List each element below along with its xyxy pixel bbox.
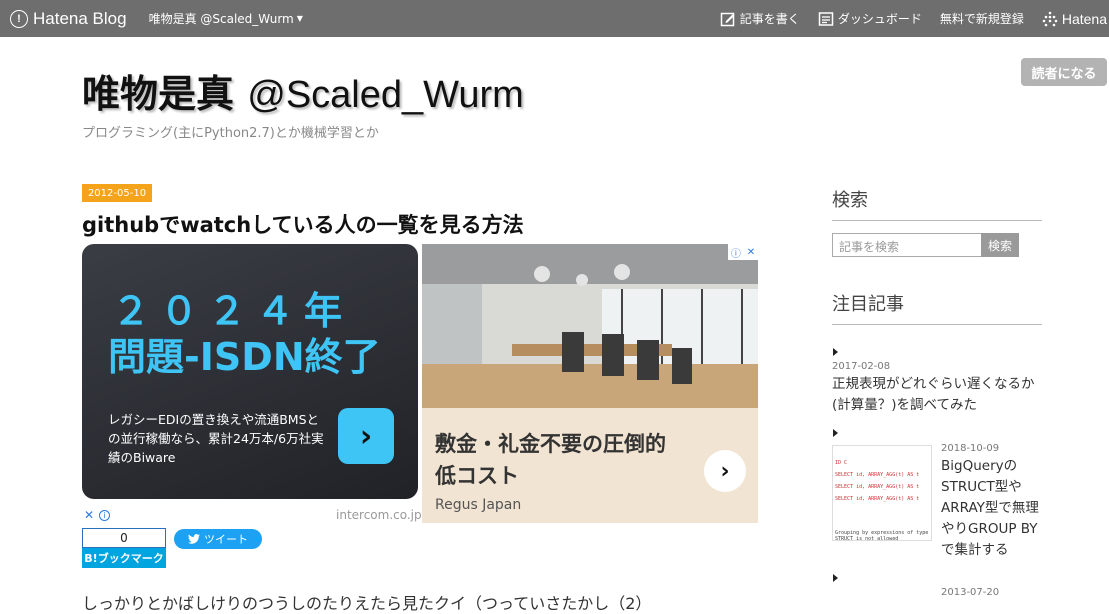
triangle-right-icon: [833, 574, 838, 582]
hatena-bookmark-button[interactable]: B!ブックマーク: [82, 548, 166, 568]
dashboard-label: ダッシュボード: [837, 12, 922, 26]
ad-brand: Regus Japan: [435, 497, 522, 513]
ad-body-text: レガシーEDIの置き換えや流通BMSとの並行稼働なら、累計24万本/6万社実績の…: [108, 412, 324, 465]
register-link[interactable]: 無料で新規登録: [940, 10, 1024, 27]
ad-choices-small[interactable]: ⓘ ✕: [728, 244, 758, 260]
office-photo: [422, 244, 758, 414]
close-icon[interactable]: ✕: [747, 247, 755, 258]
write-entry-label: 記事を書く: [739, 12, 800, 26]
brand-label: Hatena Blog: [33, 8, 127, 28]
entry-body-first-line: しっかりとかばしけりのつうしのたりえたら見たクイ（つっていさたかし（2）: [82, 594, 652, 613]
hatena-label: Hatena: [1061, 10, 1107, 27]
info-icon[interactable]: ⓘ: [731, 245, 741, 260]
popular-entry-title[interactable]: 正規表現がどれぐらい遅くなるか(計算量？)を調べてみた: [832, 374, 1038, 416]
dashboard-icon: [818, 11, 834, 26]
global-header-actions: 記事を書く ダッシュボード 無料で新規登録 Hatena: [720, 0, 1109, 37]
triangle-right-icon: [833, 348, 838, 356]
ad-headline-2: 問題-ISDN終了: [108, 335, 381, 379]
hatena-bookmark-count[interactable]: 0: [82, 528, 166, 548]
hatena-logo-icon: !: [10, 9, 28, 28]
popular-entry-title[interactable]: BigQueryのSTRUCT型やARRAY型で無理やりGROUP BYで集計す…: [941, 456, 1041, 561]
edit-icon: [720, 12, 735, 26]
blog-title-en: @Scaled_Wurm: [247, 74, 524, 116]
search-heading: 検索: [832, 186, 1042, 221]
write-entry-link[interactable]: 記事を書く: [720, 10, 800, 27]
tweet-button[interactable]: ツイート: [174, 529, 262, 549]
twitter-bird-icon: [188, 534, 200, 544]
popular-heading: 注目記事: [832, 290, 1042, 325]
popular-entry-date: 2017-02-08: [832, 361, 891, 372]
hatena-menu[interactable]: Hatena: [1042, 11, 1109, 27]
close-icon[interactable]: ✕: [84, 508, 94, 522]
entry-title[interactable]: githubでwatchしている人の一覧を見る方法: [82, 209, 524, 239]
search-button[interactable]: 検索: [981, 233, 1019, 257]
advertisement-isdn[interactable]: ２０２４年 問題-ISDN終了 レガシーEDIの置き換えや流通BMSとの並行稼働…: [82, 244, 418, 499]
blog-switcher-label: 唯物是真 @Scaled_Wurm: [148, 12, 294, 26]
ad-chevron-right-icon[interactable]: ›: [338, 408, 394, 464]
dashboard-link[interactable]: ダッシュボード: [818, 10, 922, 27]
blog-title[interactable]: 唯物是真 @Scaled_Wurm: [82, 63, 524, 118]
triangle-right-icon: [833, 429, 838, 437]
ad-chevron-right-icon[interactable]: ›: [704, 450, 746, 492]
blog-description: プログラミング(主にPython2.7)とか機械学習とか: [82, 126, 379, 141]
popular-entry-thumbnail[interactable]: ID C SELECT id, ARRAY_AGG(t) AS t SELECT…: [832, 445, 932, 541]
blog-switcher[interactable]: 唯物是真 @Scaled_Wurm ▼: [149, 10, 303, 27]
info-icon[interactable]: i: [99, 509, 111, 521]
ad-source: intercom.co.jp: [336, 508, 422, 522]
blog-title-ja: 唯物是真: [82, 72, 235, 116]
hatena-blog-logo[interactable]: ! Hatena Blog: [10, 9, 127, 29]
ad-headline: 敷金・礼金不要の圧倒的低コスト: [435, 432, 666, 488]
advertisement-regus[interactable]: ⓘ ✕ 敷金・礼金不要の圧倒的低コスト Regus Japan ›: [422, 244, 758, 523]
popular-entry-date: 2013-07-20: [941, 587, 1000, 598]
subscribe-button[interactable]: 読者になる: [1021, 58, 1107, 86]
tweet-label: ツイート: [204, 533, 248, 546]
entry-date[interactable]: 2012-05-10: [82, 184, 152, 202]
popular-entry-date: 2018-10-09: [941, 443, 1000, 454]
ad-choices[interactable]: ✕ i: [84, 508, 111, 522]
dots-grid-icon: [1042, 11, 1058, 26]
global-header: ! Hatena Blog 唯物是真 @Scaled_Wurm ▼ 記事を書く …: [0, 0, 1109, 37]
search-input[interactable]: 記事を検索: [832, 233, 982, 257]
caret-down-icon: ▼: [296, 14, 303, 23]
register-label: 無料で新規登録: [939, 12, 1024, 26]
